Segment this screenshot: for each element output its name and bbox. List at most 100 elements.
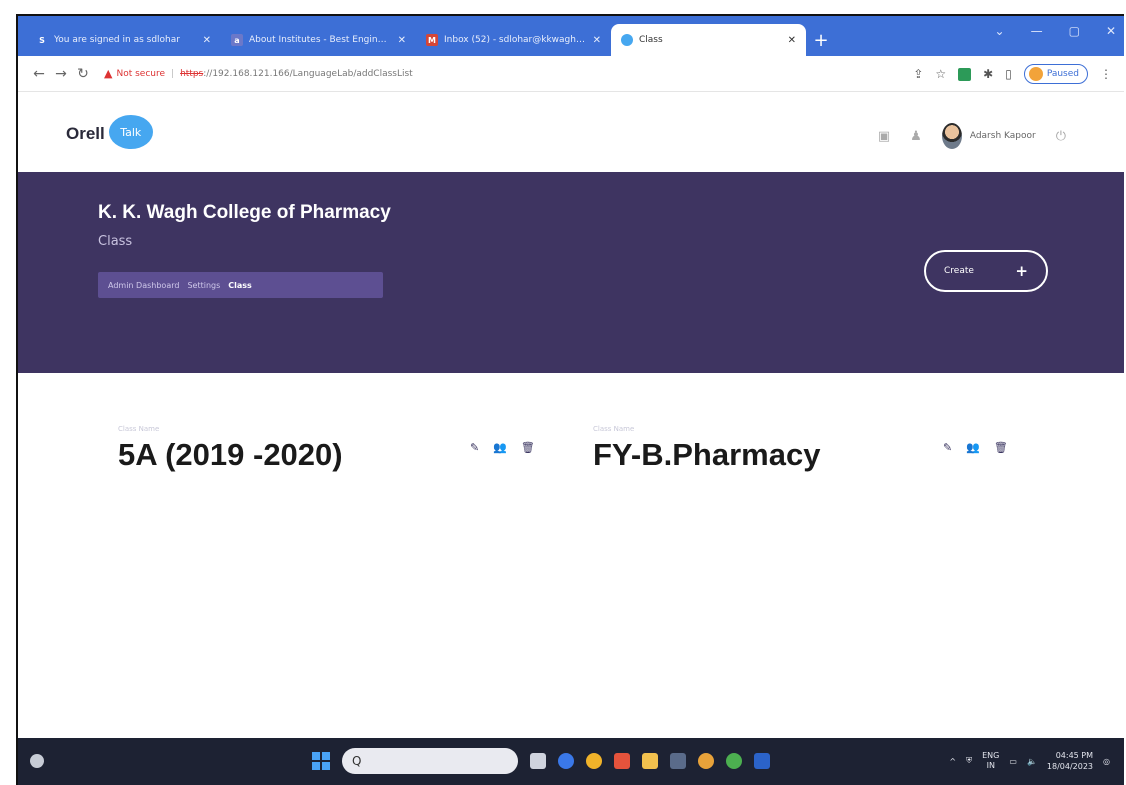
paused-label: Paused xyxy=(1046,69,1079,79)
task-view-icon[interactable] xyxy=(530,753,546,769)
header-actions: ▣ ♟ Adarsh Kapoor ⏻ xyxy=(878,123,1066,149)
profile-paused-button[interactable]: Paused xyxy=(1023,64,1088,84)
edit-pencil-icon[interactable]: ✎ xyxy=(470,441,479,454)
window-controls: ⌄ — ▢ ✕ xyxy=(995,24,1116,38)
students-group-icon[interactable]: 👥 xyxy=(493,441,507,454)
powerpoint-icon[interactable] xyxy=(614,753,630,769)
clock-date: 18/04/2023 xyxy=(1046,762,1094,771)
app-icon[interactable] xyxy=(726,753,742,769)
logo-text: Orell xyxy=(66,124,105,143)
tab-signed-in[interactable]: S You are signed in as sdlohar ✕ xyxy=(26,24,221,56)
class-card: Class Name 5A (2019 -2020) ✎ 👥 🗑 xyxy=(118,425,548,473)
clock-time: 04:45 PM xyxy=(1055,751,1094,760)
tab-title: Inbox (52) - sdlohar@kkwagh.ed... xyxy=(444,35,587,45)
extensions-puzzle-icon[interactable]: ✱ xyxy=(983,67,993,81)
class-card-actions: ✎ 👥 🗑 xyxy=(470,441,535,454)
browser-window: S You are signed in as sdlohar ✕ a About… xyxy=(16,14,1124,785)
notification-bell-icon[interactable]: ♟ xyxy=(910,129,922,144)
url-path: ://192.168.121.166/LanguageLab/addClassL… xyxy=(203,68,413,79)
breadcrumb-admin-dashboard[interactable]: Admin Dashboard xyxy=(108,281,179,290)
photos-icon[interactable] xyxy=(670,753,686,769)
forward-arrow-icon[interactable]: → xyxy=(50,66,72,82)
system-tray: ^ ⛨ ENG IN ▭ 🔈 04:45 PM 18/04/2023 ◎ xyxy=(949,750,1110,772)
students-group-icon[interactable]: 👥 xyxy=(966,441,980,454)
taskbar-search-input[interactable]: Q xyxy=(342,748,518,774)
plus-icon: + xyxy=(1015,262,1028,280)
tab-title: You are signed in as sdlohar xyxy=(54,35,180,45)
volume-icon[interactable]: 🔈 xyxy=(1027,757,1037,766)
user-name[interactable]: Adarsh Kapoor xyxy=(970,131,1036,141)
language-indicator[interactable]: ENG IN xyxy=(982,751,999,771)
word-icon[interactable] xyxy=(754,753,770,769)
edit-pencil-icon[interactable]: ✎ xyxy=(943,441,952,454)
class-name-label: Class Name xyxy=(118,425,160,433)
sign-in-favicon-icon: S xyxy=(36,34,48,46)
tab-about-institutes[interactable]: a About Institutes - Best Engineeri... ✕ xyxy=(221,24,416,56)
page-banner: K. K. Wagh College of Pharmacy Class Adm… xyxy=(18,172,1124,373)
create-class-button[interactable]: Create + xyxy=(924,250,1048,292)
breadcrumb-class: Class xyxy=(228,280,252,290)
kebab-menu-icon[interactable]: ⋮ xyxy=(1100,67,1112,81)
chrome-browser-icon[interactable] xyxy=(586,753,602,769)
class-list: Class Name 5A (2019 -2020) ✎ 👥 🗑 Class N… xyxy=(18,373,1124,738)
share-icon[interactable]: ⇪ xyxy=(913,67,923,81)
url-field[interactable]: ▲ Not secure | https ://192.168.121.166/… xyxy=(104,67,413,80)
extension-icon[interactable] xyxy=(958,67,972,81)
avatar[interactable] xyxy=(941,123,962,149)
security-shield-icon[interactable]: ⛨ xyxy=(966,756,972,766)
reload-icon[interactable]: ↻ xyxy=(72,66,94,82)
edge-browser-icon[interactable] xyxy=(558,753,574,769)
file-explorer-icon[interactable] xyxy=(642,753,658,769)
gmail-favicon-icon: M xyxy=(426,34,438,46)
tab-search-icon[interactable]: ⌄ xyxy=(995,24,1005,38)
logo-bubble: Talk xyxy=(108,115,153,149)
display-icon[interactable]: ▭ xyxy=(1009,757,1017,766)
tab-strip: S You are signed in as sdlohar ✕ a About… xyxy=(18,16,1124,56)
window-close-icon[interactable]: ✕ xyxy=(1106,24,1116,38)
class-card: Class Name FY-B.Pharmacy ✎ 👥 🗑 xyxy=(593,425,1023,473)
windows-start-icon[interactable] xyxy=(312,752,330,770)
back-arrow-icon[interactable]: ← xyxy=(28,66,50,82)
browser-toolbar: ⇪ ☆ ✱ ▯ Paused ⋮ xyxy=(913,64,1112,84)
weather-icon[interactable] xyxy=(30,754,44,768)
profile-avatar xyxy=(1028,67,1043,81)
address-bar: ← → ↻ ▲ Not secure | https ://192.168.12… xyxy=(18,56,1124,92)
taskbar: Q ^ ⛨ ENG IN ▭ 🔈 04:45 PM 18/04/2023 ◎ xyxy=(18,738,1124,785)
paint-icon[interactable] xyxy=(698,753,714,769)
new-tab-button[interactable]: + xyxy=(806,24,836,56)
chevron-up-icon[interactable]: ^ xyxy=(949,757,956,766)
tab-inbox[interactable]: M Inbox (52) - sdlohar@kkwagh.ed... ✕ xyxy=(416,24,611,56)
breadcrumb: Admin Dashboard Settings Class xyxy=(98,272,383,298)
minimize-icon[interactable]: — xyxy=(1031,24,1043,38)
class-card-actions: ✎ 👥 🗑 xyxy=(943,441,1008,454)
bookmark-star-icon[interactable]: ☆ xyxy=(935,67,946,81)
delete-trash-icon[interactable]: 🗑 xyxy=(994,441,1008,454)
maximize-icon[interactable]: ▢ xyxy=(1069,24,1080,38)
side-panel-icon[interactable]: ▯ xyxy=(1005,67,1012,81)
close-icon[interactable]: ✕ xyxy=(593,35,601,46)
lang-code: ENG xyxy=(982,751,1000,760)
page-title: Class xyxy=(98,234,133,249)
notifications-icon[interactable]: ◎ xyxy=(1103,757,1110,766)
not-secure-label: Not secure xyxy=(116,68,166,79)
clock[interactable]: 04:45 PM 18/04/2023 xyxy=(1047,750,1093,772)
orell-talk-logo[interactable]: Orell Talk xyxy=(66,115,153,151)
url-scheme: https xyxy=(180,68,204,79)
power-icon[interactable]: ⏻ xyxy=(1056,129,1066,144)
url-separator: | xyxy=(171,68,175,79)
tab-class[interactable]: Class ✕ xyxy=(611,24,806,56)
app-header: Orell Talk ▣ ♟ Adarsh Kapoor ⏻ xyxy=(18,93,1124,171)
close-icon[interactable]: ✕ xyxy=(788,35,796,46)
close-icon[interactable]: ✕ xyxy=(203,35,211,46)
college-name: K. K. Wagh College of Pharmacy xyxy=(98,202,391,223)
class-name-label: Class Name xyxy=(593,425,635,433)
photo-frame: S You are signed in as sdlohar ✕ a About… xyxy=(0,0,1126,785)
taskbar-apps: Q xyxy=(312,748,770,774)
close-icon[interactable]: ✕ xyxy=(398,35,406,46)
calendar-icon[interactable]: ▣ xyxy=(878,129,890,144)
orell-favicon-icon xyxy=(621,34,633,46)
create-label: Create xyxy=(944,266,974,276)
breadcrumb-settings[interactable]: Settings xyxy=(187,281,220,290)
delete-trash-icon[interactable]: 🗑 xyxy=(521,441,535,454)
lang-region: IN xyxy=(986,761,995,770)
